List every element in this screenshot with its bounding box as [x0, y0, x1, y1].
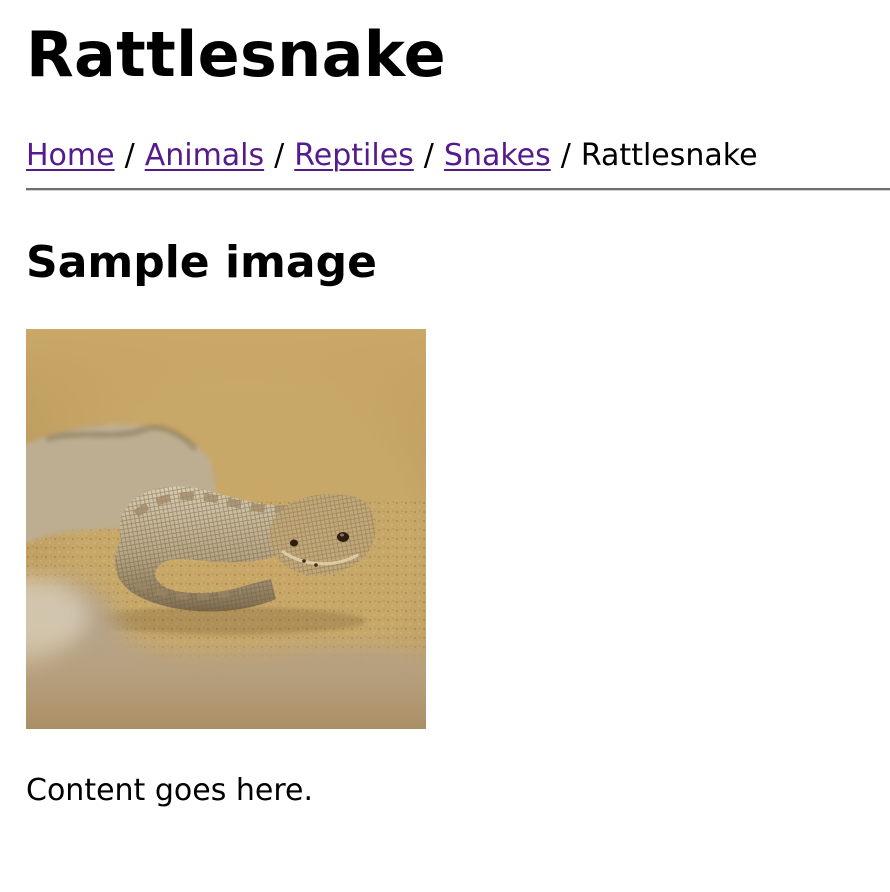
breadcrumb-separator: / — [560, 138, 571, 173]
section-heading: Sample image — [26, 237, 377, 288]
content-text: Content goes here. — [26, 773, 314, 808]
breadcrumb-link-snakes[interactable]: Snakes — [444, 138, 551, 173]
breadcrumb: Home / Animals / Reptiles / Snakes / Rattlesnake — [26, 136, 890, 176]
breadcrumb-separator: / — [124, 138, 135, 173]
breadcrumb-separator: / — [423, 138, 434, 173]
breadcrumb-link-reptiles[interactable]: Reptiles — [294, 138, 414, 173]
breadcrumb-separator: / — [274, 138, 285, 173]
breadcrumb-current: Rattlesnake — [580, 138, 758, 173]
horizontal-rule — [26, 188, 890, 191]
breadcrumb-link-home[interactable]: Home — [26, 138, 115, 173]
page-title: Rattlesnake — [26, 18, 446, 91]
page: Rattlesnake Home / Animals / Reptiles / Snakes… — [26, 0, 890, 841]
rattlesnake-image — [26, 329, 426, 729]
breadcrumb-link-animals[interactable]: Animals — [145, 138, 264, 173]
